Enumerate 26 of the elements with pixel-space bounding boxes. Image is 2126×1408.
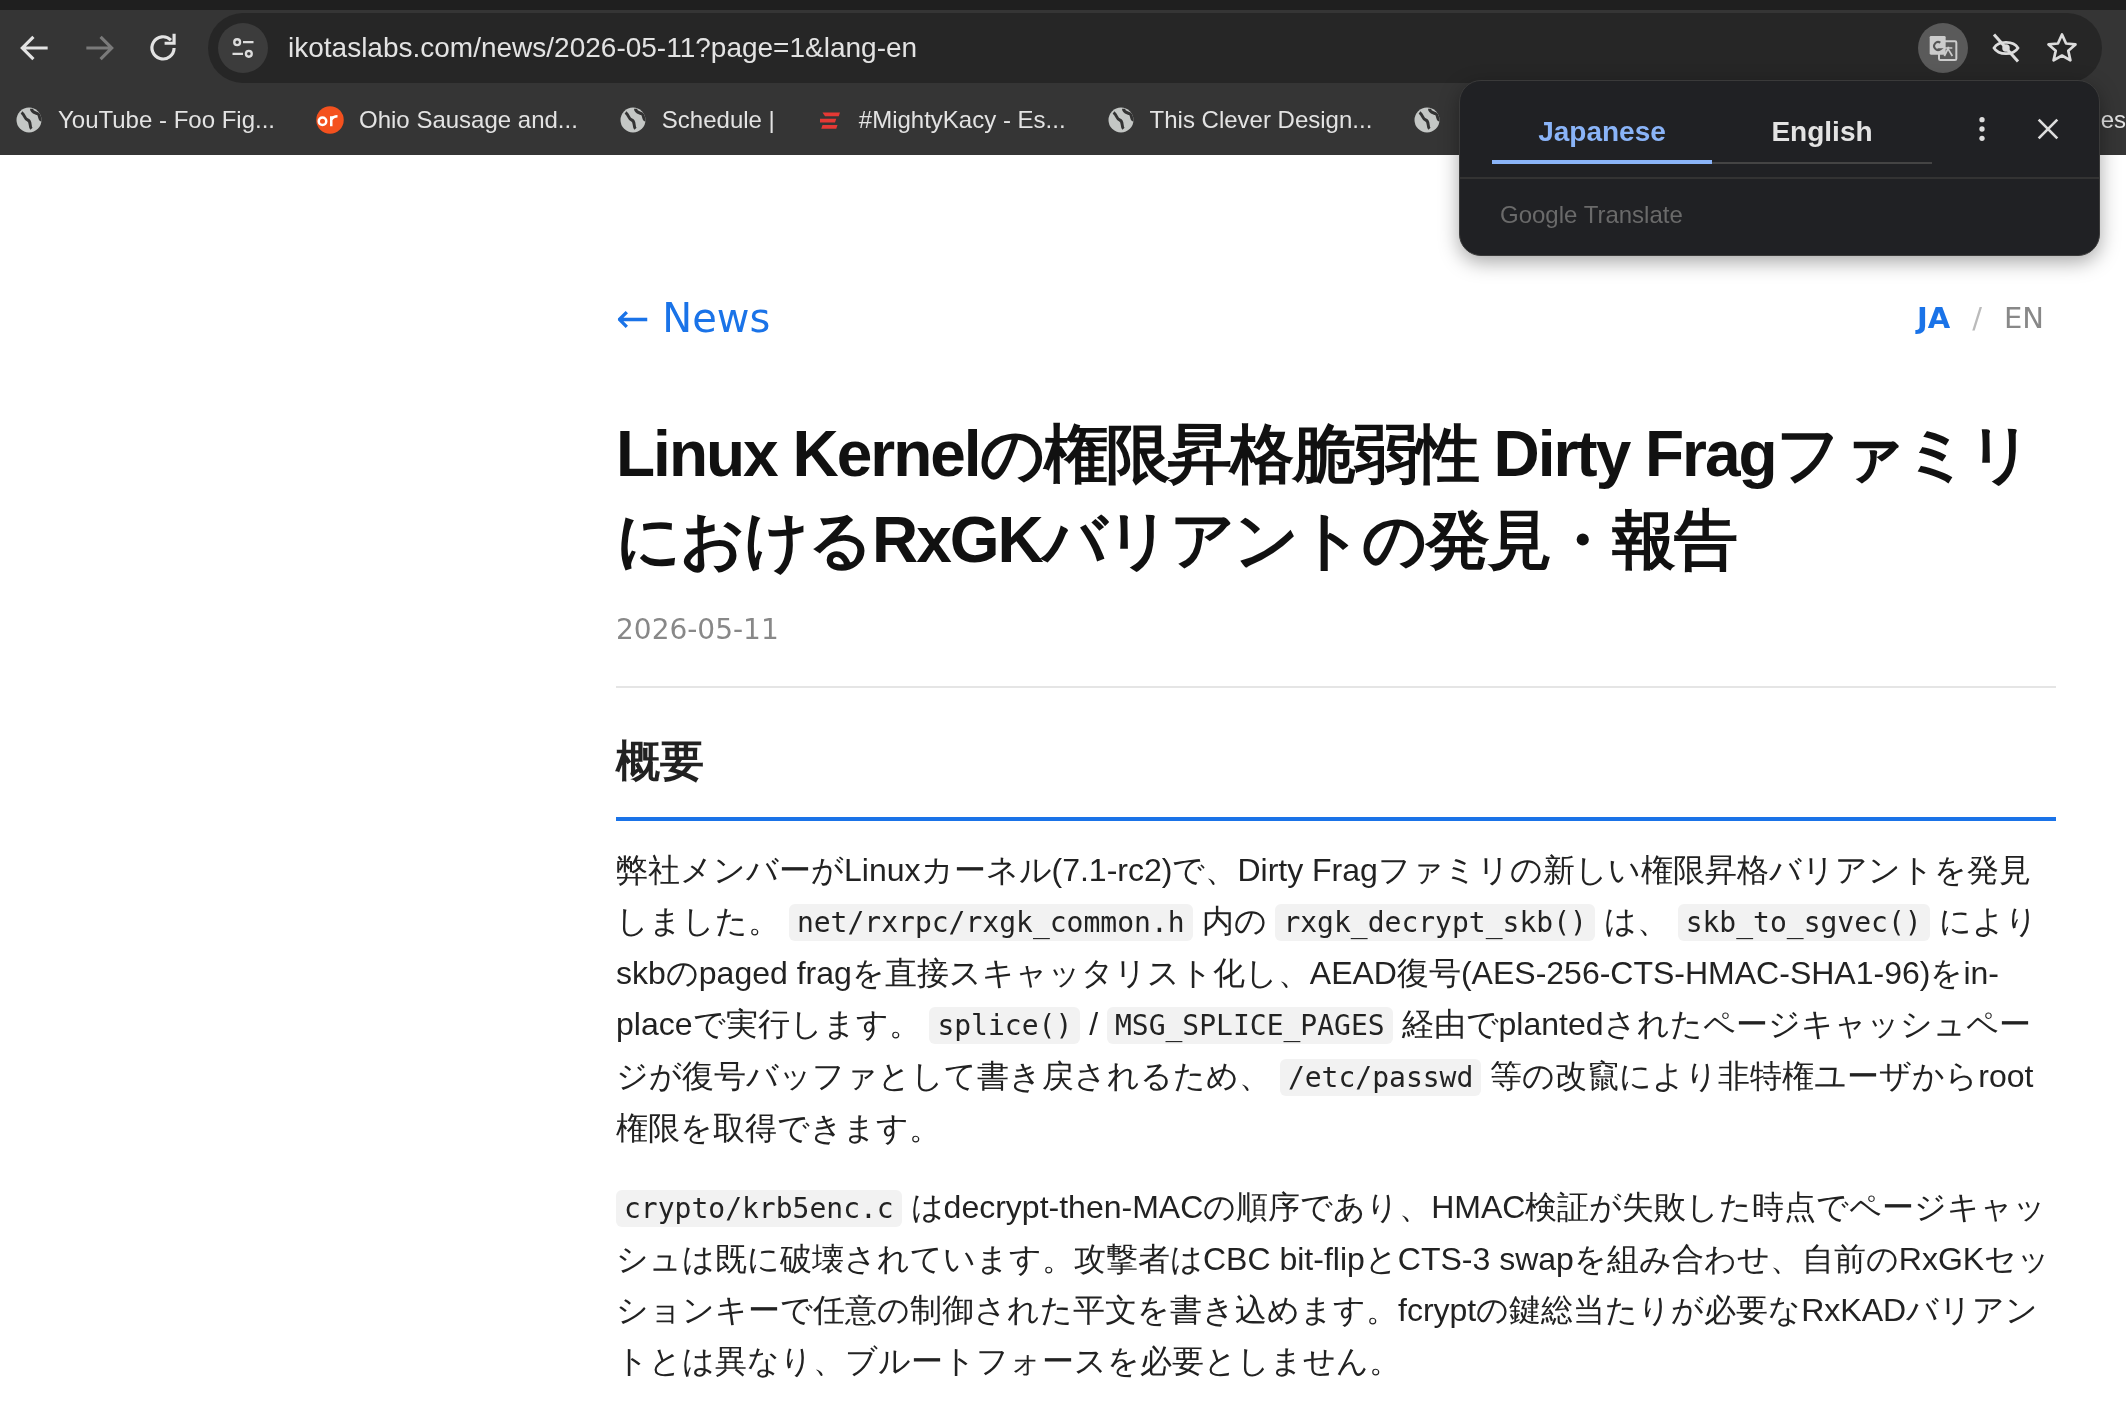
language-link[interactable]: JA bbox=[1916, 301, 1951, 335]
google-translate-label: Google Translate bbox=[1500, 201, 1683, 228]
bookmark-item[interactable]: #MightyKacy - Es... bbox=[814, 105, 1066, 135]
bookmark-item[interactable]: Schedule | bbox=[617, 105, 775, 135]
article-title: Linux Kernelの権限昇格脆弱性 Dirty FragファミリにおけるRxGKバリアントの発見・報告 bbox=[616, 417, 2033, 578]
site-logo-icon bbox=[315, 105, 345, 135]
globe-icon bbox=[14, 105, 44, 135]
language-link[interactable]: EN bbox=[2003, 301, 2044, 335]
bookmark-item[interactable]: This Clever Design... bbox=[1105, 105, 1373, 135]
site-settings-icon[interactable] bbox=[218, 22, 268, 73]
language-tab[interactable]: Japanese bbox=[1492, 100, 1712, 164]
bookmark-item[interactable]: Ohio Sausage and... bbox=[315, 105, 578, 135]
section-heading: 概要 bbox=[616, 732, 2056, 821]
bookmark-item[interactable] bbox=[1412, 105, 1443, 135]
paragraph: 弊社メンバーがLinuxカーネル(7.1-rc2)で、Dirty Fragファミリの新しい権限昇格バリアントを発見しました。 net/rxrpc/rxgk_common.h 内の rxgk_decrypt_skb() は、 skb_to_sgvec() によりskbのpaged fragを直接スキャッタリスト化し、AEAD復号(AES-256-CTS-HMAC-SHA1-96)をin-placeで実行します。 splice() / MSG_SPLICE_PAGES 経由でplantedされたページキャッシュページが復号バッファとして書き戻されるため、 /etc/passwd 等の改竄により非特権ユーザからroot権限を取得できます。 bbox=[616, 851, 2039, 1148]
bookmark-item[interactable]: es bbox=[2100, 106, 2126, 134]
article-date: 2026-05-11 bbox=[616, 613, 780, 646]
globe-icon bbox=[1412, 105, 1443, 135]
url-text: ikotaslabs.com/news/2026-05-11?page=1&lang-en bbox=[288, 31, 918, 64]
back-to-news-link[interactable]: ← News bbox=[616, 295, 771, 341]
language-separator: / bbox=[1972, 301, 1982, 335]
paragraph: crypto/krb5enc.c はdecrypt-then-MACの順序であり、HMAC検証が失敗した時点でページキャッシュは既に破壊されています。攻撃者はCBC bit-flipとCTS-3 swapを組み合わせ、自前のRxGKセッションキーで任意の制御された平文を書き込めます。fcryptの鍵総当たりが必要なRxKADバリアントとは異なり、ブルートフォースを必要としません。 bbox=[616, 1188, 2052, 1381]
bookmark-item[interactable]: YouTube - Foo Fig... bbox=[14, 105, 275, 135]
language-tab[interactable]: English bbox=[1712, 100, 1932, 164]
translate-icon[interactable] bbox=[1918, 22, 1968, 73]
address-bar[interactable]: ikotaslabs.com/news/2026-05-11?page=1&lang-en bbox=[208, 12, 2102, 83]
